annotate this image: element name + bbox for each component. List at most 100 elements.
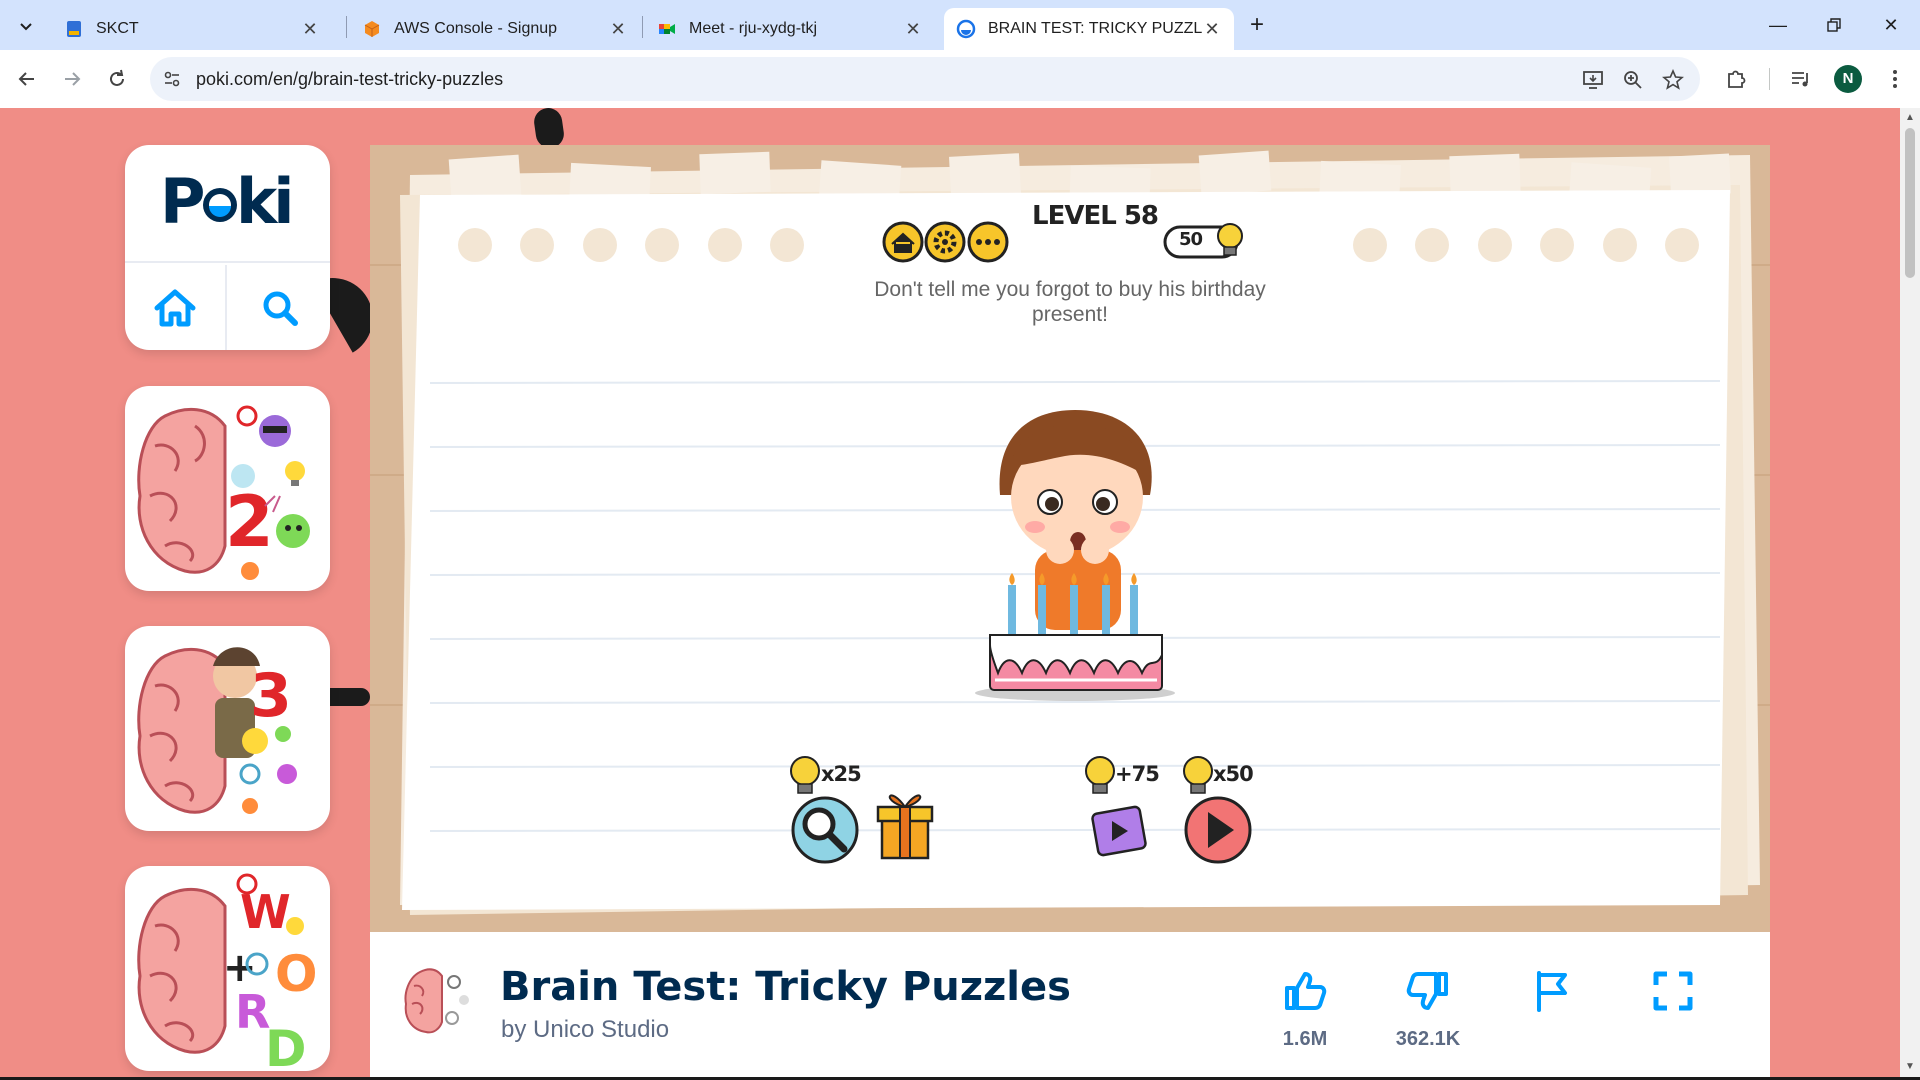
settings-gear-icon [924,221,966,263]
poki-logo-icon: P ki [160,168,294,238]
dislike-button[interactable] [1398,968,1458,1014]
game-title: Brain Test: Tricky Puzzles [500,964,1071,1010]
zoom-in-icon [1624,71,1642,89]
poki-logo[interactable]: P ki [125,145,330,263]
fullscreen-button[interactable] [1643,968,1703,1014]
hint-count: 50 [1179,229,1203,250]
brain-test-2-art: 2 [137,405,310,580]
forward-button[interactable] [57,64,87,94]
birthday-cake [989,573,1163,691]
puzzle-piece-icon [1728,70,1746,88]
game-info-bar: Brain Test: Tricky Puzzles by Unico Stud… [370,932,1770,1077]
scrollbar-thumb[interactable] [1905,128,1915,278]
game-thumbnail-brain-test-3[interactable]: 3 [125,626,330,831]
new-tab-button[interactable]: + [1243,12,1271,40]
reload-button[interactable] [102,64,132,94]
brain-test-words-art: W + O R D [137,873,318,1071]
flag-icon [1537,971,1567,1012]
extensions-button[interactable] [1721,64,1751,94]
tab-separator [642,16,643,38]
more-vertical-icon [1893,70,1897,88]
tab-search-button[interactable] [12,12,40,40]
arrow-right-icon [65,72,81,86]
gift-button[interactable] [875,795,937,861]
url-text[interactable]: poki.com/en/g/brain-test-tricky-puzzles [196,69,503,90]
hint-button[interactable] [795,795,857,857]
install-app-button[interactable] [1580,67,1606,93]
like-count: 1.6M [1282,1028,1328,1050]
page-scrollbar[interactable]: ▲ ▼ [1900,108,1920,1077]
game-icon [404,968,469,1034]
tab-title: Meet - rju-xydg-tkj [689,20,818,37]
install-desktop-icon [1583,71,1603,89]
tab-brain-test[interactable]: BRAIN TEST: TRICKY PUZZLES ✕ [944,8,1234,50]
close-icon[interactable]: ✕ [608,19,628,39]
svg-text:3: 3 [250,661,292,731]
scroll-down-arrow-icon[interactable]: ▼ [1904,1061,1916,1073]
svg-text:ki: ki [236,168,290,238]
aws-cube-icon [364,21,380,37]
background-decoration [532,108,566,150]
more-options-icon [967,221,1009,263]
tab-title: AWS Console - Signup [394,20,558,37]
tab-aws-console[interactable]: AWS Console - Signup ✕ [350,8,640,50]
toolbar-divider [1769,68,1770,90]
tune-icon [164,71,180,87]
question-text: Don't tell me you forgot to buy his birt… [874,278,1266,326]
svg-text:2: 2 [225,481,274,563]
restore-button[interactable] [1819,10,1849,40]
search-button[interactable] [229,265,330,350]
svg-text:P: P [160,168,203,238]
home-game-icon [882,221,924,263]
close-icon[interactable]: ✕ [903,19,923,39]
brain-test-3-art: 3 [137,647,297,814]
skct-favicon-icon [67,21,81,37]
skip-level-button[interactable] [1186,795,1250,859]
reload-icon [110,69,124,86]
tab-skct[interactable]: SKCT ✕ [52,8,332,50]
like-button[interactable] [1275,968,1335,1014]
tab-title: SKCT [96,20,139,37]
watch-video-button[interactable] [1090,800,1150,860]
site-info-button[interactable] [160,67,184,91]
back-button[interactable] [12,64,42,94]
restore-icon [1827,18,1841,32]
zoom-button[interactable] [1620,67,1646,93]
game-author: by Unico Studio [501,1016,670,1043]
thumbs-down-icon [1406,972,1448,1010]
game-thumbnail-brain-test-2[interactable]: 2 [125,386,330,591]
level-label: LEVEL 58 [1032,201,1159,231]
bookmark-button[interactable] [1660,67,1686,93]
home-button[interactable] [125,265,227,350]
report-button[interactable] [1522,968,1582,1014]
meet-camera-icon [659,24,675,34]
menu-button[interactable] [1880,64,1910,94]
search-icon [263,291,298,326]
poki-nav-card: P ki [125,145,330,350]
tab-meet[interactable]: Meet - rju-xydg-tkj ✕ [645,8,935,50]
star-icon [1662,69,1684,90]
browser-toolbar: poki.com/en/g/brain-test-tricky-puzzles … [0,50,1920,108]
game-thumbnail-brain-test-words[interactable]: W + O R D [125,866,330,1071]
video-reward: +75 [1115,762,1160,786]
svg-text:D: D [265,1020,307,1071]
tab-title: BRAIN TEST: TRICKY PUZZLES [988,20,1202,37]
address-bar[interactable]: poki.com/en/g/brain-test-tricky-puzzles [150,57,1700,101]
hint-cost: x25 [821,762,862,786]
fullscreen-icon [1653,971,1693,1011]
background-decoration [330,688,370,706]
chevron-down-icon [20,23,32,31]
arrow-left-icon [18,72,34,86]
close-icon[interactable]: ✕ [300,19,320,39]
poki-favicon-icon [956,19,976,39]
profile-avatar[interactable]: N [1834,65,1862,93]
scroll-up-arrow-icon[interactable]: ▲ [1904,112,1916,124]
close-icon[interactable]: ✕ [1202,19,1222,39]
game-canvas[interactable]: LEVEL 58 50 Don't tell me you forgot to … [370,145,1770,932]
media-controls-button[interactable] [1786,64,1816,94]
svg-text:W: W [240,885,291,939]
close-window-button[interactable]: ✕ [1876,10,1906,40]
queue-music-icon [1792,72,1808,87]
home-icon [154,289,196,326]
minimize-button[interactable]: — [1763,10,1793,40]
